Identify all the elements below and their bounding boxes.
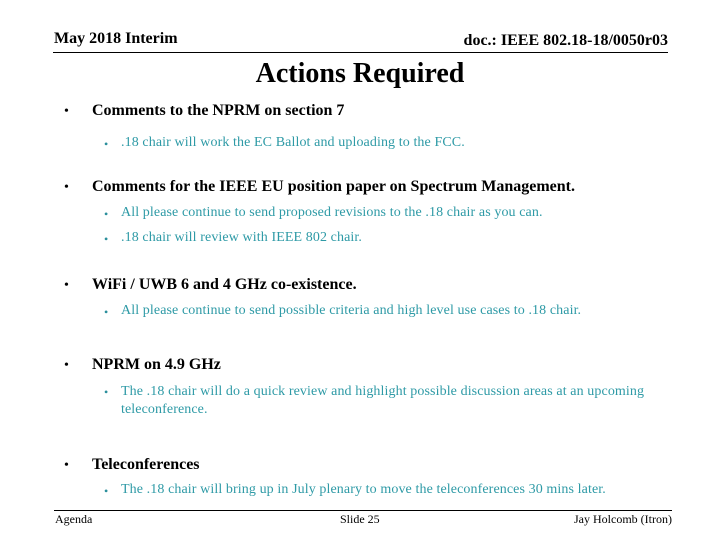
sub-bullet-icon: • [104, 484, 109, 498]
bullet-icon: • [64, 278, 69, 293]
sub-bullet-icon: • [104, 305, 109, 319]
bullet-icon: • [64, 180, 69, 195]
footer-divider [54, 510, 672, 511]
sub-bullet-icon: • [104, 385, 109, 399]
sub-bullet-item: .18 chair will review with IEEE 802 chai… [121, 230, 362, 245]
sub-bullet-icon: • [104, 232, 109, 246]
bullet-icon: • [64, 104, 69, 119]
bullet-nprm-section7: Comments to the NPRM on section 7 [92, 102, 345, 119]
bullet-nprm-4-9ghz: NPRM on 4.9 GHz [92, 356, 221, 373]
header-doc-id: doc.: IEEE 802.18-18/0050r03 [463, 32, 668, 49]
bullet-icon: • [64, 458, 69, 473]
slide-title: Actions Required [255, 58, 465, 89]
footer-section: Agenda [55, 512, 93, 526]
sub-bullet-item: The .18 chair will do a quick review and… [121, 384, 645, 417]
sub-bullet-item: All please continue to send proposed rev… [121, 205, 543, 220]
sub-bullet-item: .18 chair will work the EC Ballot and up… [121, 135, 465, 150]
sub-bullet-icon: • [104, 207, 109, 221]
header-divider [53, 52, 668, 53]
footer-author: Jay Holcomb (Itron) [574, 512, 672, 526]
footer-slide-number: Slide 25 [340, 512, 380, 526]
sub-bullet-item: All please continue to send possible cri… [121, 303, 582, 318]
sub-bullet-item: The .18 chair will bring up in July plen… [121, 482, 606, 497]
bullet-icon: • [64, 358, 69, 373]
bullet-teleconferences: Teleconferences [92, 456, 200, 473]
bullet-eu-position-paper: Comments for the IEEE EU position paper … [92, 178, 575, 195]
sub-bullet-icon: • [104, 137, 109, 151]
header-date: May 2018 Interim [54, 30, 178, 47]
bullet-wifi-uwb-coexistence: WiFi / UWB 6 and 4 GHz co-existence. [92, 276, 357, 293]
